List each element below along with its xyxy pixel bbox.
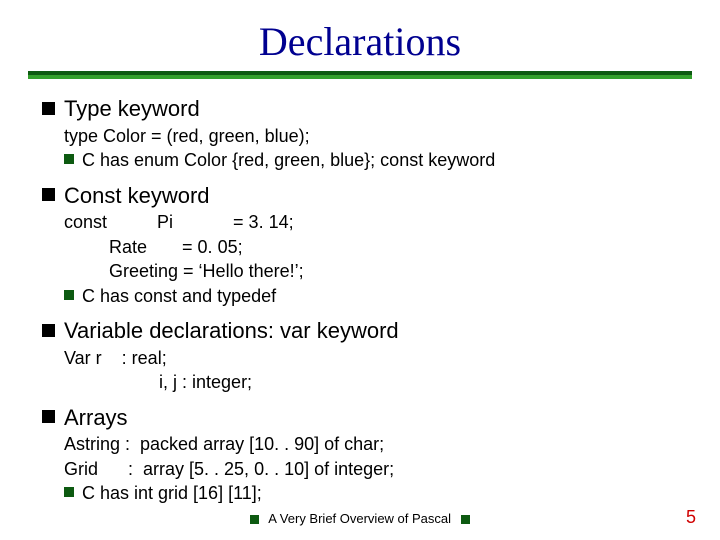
bullet-var-keyword: Variable declarations: var keyword	[42, 317, 692, 345]
sub-bullet: C has const and typedef	[64, 285, 692, 308]
bullet-square-icon	[42, 324, 55, 337]
code-line: Var r : real;	[42, 347, 692, 370]
bullet-const-keyword: Const keyword	[42, 182, 692, 210]
footer-text: A Very Brief Overview of Pascal	[268, 511, 451, 526]
code-line: Rate = 0. 05;	[42, 236, 692, 259]
footer-square-icon	[461, 515, 470, 524]
slide-content: Type keyword type Color = (red, green, b…	[0, 79, 720, 505]
bullet-square-icon	[64, 290, 74, 300]
bullet-square-icon	[64, 154, 74, 164]
bullet-heading: Variable declarations: var keyword	[64, 318, 399, 343]
page-number: 5	[686, 507, 696, 528]
code-line: Greeting = ‘Hello there!’;	[42, 260, 692, 283]
bullet-heading: Arrays	[64, 405, 128, 430]
code-line: Grid : array [5. . 25, 0. . 10] of integ…	[42, 458, 692, 481]
slide-footer: A Very Brief Overview of Pascal	[0, 511, 720, 526]
sub-bullet-text: C has int grid [16] [11];	[82, 483, 262, 503]
bullet-arrays: Arrays	[42, 404, 692, 432]
title-rule	[28, 71, 692, 79]
footer-square-icon	[250, 515, 259, 524]
sub-bullet-text: C has const and typedef	[82, 286, 276, 306]
sub-bullet: C has enum Color {red, green, blue}; con…	[64, 149, 692, 172]
sub-bullet-text: C has enum Color {red, green, blue}; con…	[82, 150, 495, 170]
bullet-type-keyword: Type keyword	[42, 95, 692, 123]
slide-title: Declarations	[0, 0, 720, 71]
code-line: Astring : packed array [10. . 90] of cha…	[42, 433, 692, 456]
code-line: i, j : integer;	[42, 371, 692, 394]
code-line: type Color = (red, green, blue);	[42, 125, 692, 148]
code-line: const Pi = 3. 14;	[42, 211, 692, 234]
bullet-square-icon	[42, 410, 55, 423]
bullet-heading: Type keyword	[64, 96, 200, 121]
bullet-heading: Const keyword	[64, 183, 210, 208]
sub-bullet: C has int grid [16] [11];	[64, 482, 692, 505]
bullet-square-icon	[64, 487, 74, 497]
bullet-square-icon	[42, 102, 55, 115]
bullet-square-icon	[42, 188, 55, 201]
